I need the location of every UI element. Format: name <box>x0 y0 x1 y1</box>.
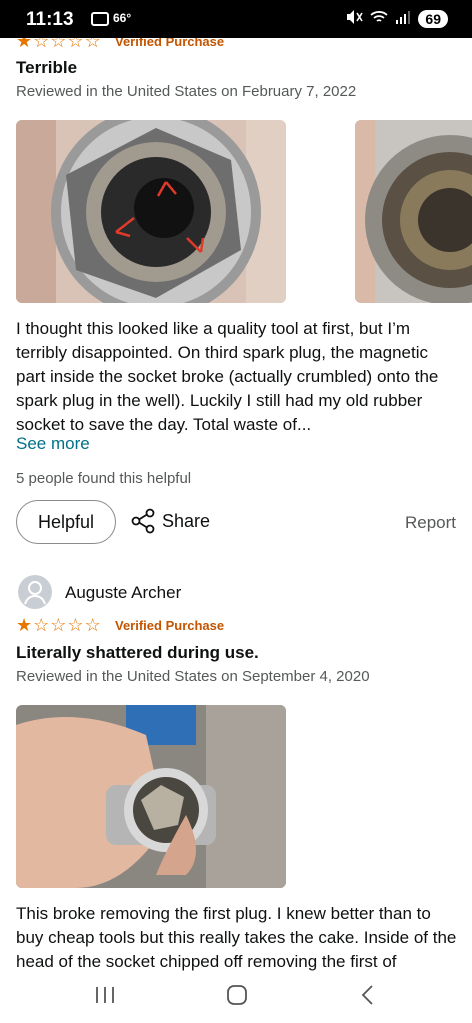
star-empty-icon: ☆ <box>67 615 84 635</box>
review2-title: Literally shattered during use. <box>16 643 259 662</box>
share-button[interactable]: Share <box>130 508 210 534</box>
review2-verified-badge: Verified Purchase <box>115 618 225 633</box>
review1-stars: ★ ☆ ☆ ☆ ☆ <box>16 38 101 50</box>
reviews-list[interactable]: ★ ☆ ☆ ☆ ☆ Verified Purchase Terrible Rev… <box>0 38 472 975</box>
signal-icon <box>395 10 411 27</box>
home-icon[interactable] <box>226 984 248 1011</box>
review1-photo-2[interactable] <box>355 120 472 303</box>
share-icon <box>131 508 155 534</box>
review1-meta: Reviewed in the United States on Februar… <box>16 83 357 100</box>
review1-see-more-link[interactable]: See more <box>16 434 90 454</box>
back-icon[interactable] <box>360 984 376 1011</box>
star-empty-icon: ☆ <box>33 38 50 51</box>
helpful-button[interactable]: Helpful <box>16 500 116 544</box>
review2-body: This broke removing the first plug. I kn… <box>16 904 457 971</box>
star-full-icon: ★ <box>16 38 33 51</box>
review1-title: Terrible <box>16 58 78 77</box>
review1-helpful-count: 5 people found this helpful <box>16 470 192 487</box>
star-empty-icon: ☆ <box>50 615 67 635</box>
review1-photo-1[interactable] <box>16 120 286 303</box>
wifi-icon <box>370 10 389 27</box>
photo-icon <box>91 12 109 26</box>
review2-photo-1[interactable] <box>16 705 286 888</box>
star-empty-icon: ☆ <box>50 38 67 51</box>
review2-author[interactable]: Auguste Archer <box>65 583 181 603</box>
status-bar: 11:13 66° 69 <box>0 0 472 38</box>
review1-verified-badge: Verified Purchase <box>115 38 225 49</box>
status-temperature: 66° <box>113 11 132 25</box>
star-empty-icon: ☆ <box>67 38 84 51</box>
review2-meta: Reviewed in the United States on Septemb… <box>16 668 370 685</box>
status-time: 11:13 <box>26 9 74 30</box>
report-link[interactable]: Report <box>405 513 456 533</box>
avatar <box>18 575 52 609</box>
recents-icon[interactable] <box>94 985 116 1010</box>
review2-stars: ★ ☆ ☆ ☆ ☆ <box>16 616 101 634</box>
system-navigation-bar <box>0 975 472 1023</box>
star-empty-icon: ☆ <box>33 615 50 635</box>
star-empty-icon: ☆ <box>84 38 101 51</box>
share-label: Share <box>162 510 211 531</box>
battery-indicator: 69 <box>418 9 448 28</box>
review1-body: I thought this looked like a quality too… <box>16 319 439 434</box>
star-empty-icon: ☆ <box>84 615 101 635</box>
mute-icon <box>345 9 364 28</box>
star-full-icon: ★ <box>16 615 33 635</box>
